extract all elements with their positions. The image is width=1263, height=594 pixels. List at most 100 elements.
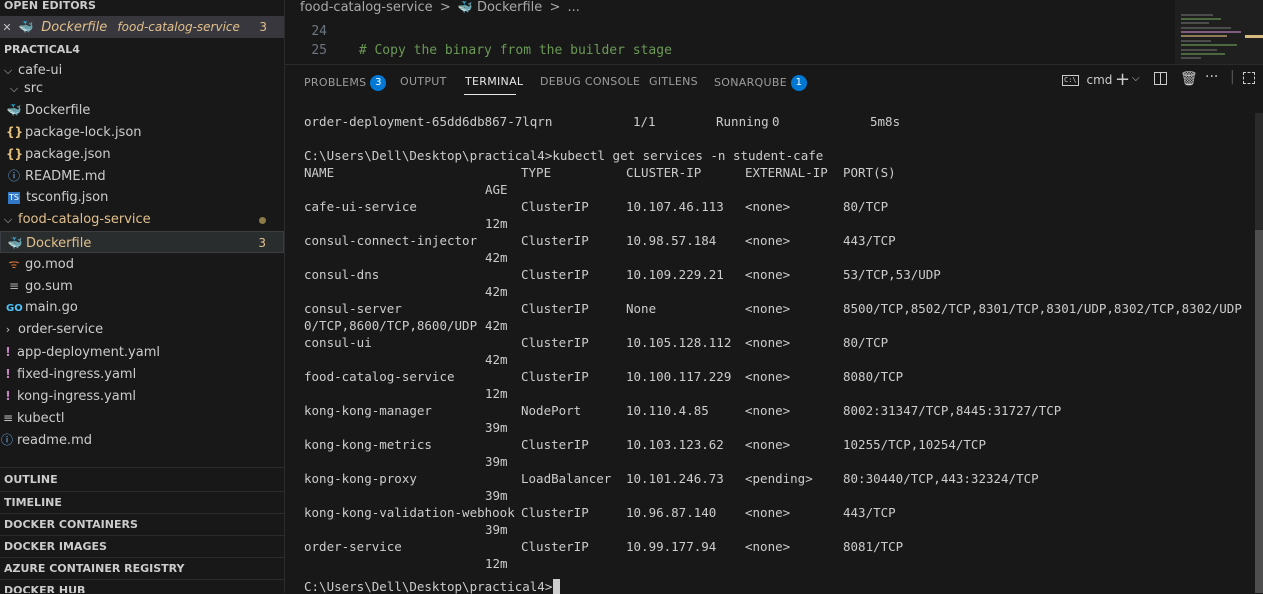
tree-label: kong-ingress.yaml [17,389,136,404]
service-cluster-ip: 10.109.229.21 [626,267,724,282]
service-age: 12m [485,386,508,401]
tab-output[interactable]: OUTPUT [400,75,447,88]
docker-icon: 🐳 [18,20,34,34]
service-age: 42m [485,250,508,265]
service-ports: 80/TCP [843,335,889,350]
service-ports: 443/TCP [843,505,896,520]
breadcrumb-folder[interactable]: food-catalog-service [300,0,433,15]
docker-icon: 🐳 [457,0,473,14]
open-editor-filename: Dockerfile [41,20,108,35]
more-actions-icon[interactable]: ··· [1205,69,1218,85]
open-editor-item[interactable]: ✕ 🐳 Dockerfile food-catalog-service 3 [0,16,284,38]
service-type: ClusterIP [521,233,589,248]
service-age: 39m [485,488,508,503]
go-icon: GO [6,303,23,314]
service-ports: 8080/TCP [843,369,904,384]
problems-count-badge: 3 [370,75,387,91]
tree-file-go-mod[interactable]: ᯤ go.mod [0,253,284,275]
terminal-shell-selector[interactable]: C:\ cmd [1062,73,1112,87]
docker-containers-section[interactable]: DOCKER CONTAINERS [0,513,284,535]
toolbar-divider: | [1230,69,1235,85]
tab-problems[interactable]: PROBLEMS 3 [304,75,387,91]
tree-label: Dockerfile [25,103,91,118]
text-file-icon: ≡ [2,411,14,425]
minimap[interactable] [1175,0,1263,64]
docker-icon: 🐳 [6,103,22,117]
scrollbar-thumb[interactable] [1255,230,1263,593]
tree-file-fixed-ingress[interactable]: ! fixed-ingress.yaml [0,363,284,385]
tree-label: src [24,81,43,96]
service-name: kong-kong-proxy [304,471,417,486]
tab-gitlens[interactable]: GITLENS [649,75,698,88]
code-line: 24 [285,22,1175,41]
tree-folder-order-service[interactable]: › order-service [0,319,284,341]
docker-images-section[interactable]: DOCKER IMAGES [0,535,284,557]
new-terminal-plus-icon[interactable]: + [1115,69,1130,90]
split-terminal-icon[interactable] [1154,72,1167,89]
service-age: 39m [485,420,508,435]
header-name: NAME [304,165,335,180]
tree-label: food-catalog-service [18,212,151,227]
tree-file-tsconfig[interactable]: TS tsconfig.json [0,187,284,209]
tree-file-main-go[interactable]: GO main.go [0,297,284,319]
service-name: order-service [304,539,402,554]
docker-hub-section[interactable]: DOCKER HUB [0,579,284,593]
terminal-output[interactable]: order-deployment-65dd6db867-7lqrn 1/1 Runn… [304,111,1244,594]
chevron-right-icon: › [5,323,11,336]
service-age: 42m [485,352,508,367]
tree-file-readme-md[interactable]: ⓘ README.md [0,165,284,187]
service-ports-continued: 0/TCP,8600/TCP,8600/UDP [304,318,478,333]
tree-file-app-deployment[interactable]: ! app-deployment.yaml [0,341,284,363]
json-icon: {} [6,125,24,139]
sonarqube-count-badge: 1 [790,75,807,91]
terminal-cursor [553,579,560,594]
service-external-ip: <pending> [745,471,813,486]
tab-debug-console[interactable]: DEBUG CONSOLE [540,75,640,88]
tree-file-package-json[interactable]: {} package.json [0,143,284,165]
tree-file-kubectl[interactable]: ≡ kubectl [0,407,284,429]
breadcrumb-more[interactable]: ... [567,0,579,15]
tree-file-readme-lower[interactable]: ⓘ readme.md [0,429,284,451]
service-type: ClusterIP [521,539,589,554]
service-age: 12m [485,216,508,231]
tree-file-go-sum[interactable]: ≡ go.sum [0,275,284,297]
terminal-scrollbar[interactable] [1255,113,1263,593]
bottom-panel: PROBLEMS 3 OUTPUT TERMINAL DEBUG CONSOLE … [285,64,1263,594]
tree-label: kubectl [17,411,65,426]
tab-terminal[interactable]: TERMINAL [465,75,523,88]
tree-file-food-dockerfile[interactable]: 🐳 Dockerfile 3 [0,231,284,253]
pod-name: order-deployment-65dd6db867-7lqrn [304,114,553,129]
azure-registry-section[interactable]: AZURE CONTAINER REGISTRY [0,557,284,579]
close-icon[interactable]: ✕ [0,17,14,39]
tree-label: order-service [18,322,104,337]
line-number: 25 [311,43,327,58]
service-external-ip: <none> [745,539,791,554]
service-external-ip: <none> [745,301,791,316]
trash-icon[interactable]: 🗑 [1180,71,1198,87]
service-cluster-ip: 10.107.46.113 [626,199,724,214]
pod-restarts: 0 [772,114,780,129]
breadcrumb-file[interactable]: Dockerfile [477,0,542,15]
editor-code-area[interactable]: 24 25 # Copy the binary from the builder… [285,18,1175,64]
info-icon: ⓘ [7,169,20,183]
tab-label: SONARQUBE [714,76,787,89]
outline-section[interactable]: OUTLINE [0,469,284,491]
chevron-down-icon[interactable]: ⌵ [1132,73,1140,84]
service-external-ip: <none> [745,505,791,520]
tree-folder-src[interactable]: ⌵ src [0,78,284,100]
breadcrumb: food-catalog-service > 🐳 Dockerfile > ..… [285,0,1175,18]
tree-file-package-lock[interactable]: {} package-lock.json [0,121,284,143]
timeline-section[interactable]: TIMELINE [0,491,284,513]
maximize-panel-icon[interactable] [1243,72,1255,88]
open-editors-header[interactable]: OPEN EDITORS [0,0,284,17]
pod-status: Running [716,114,769,129]
tree-folder-food-catalog-service[interactable]: ⌵ food-catalog-service [0,209,284,231]
pod-age: 5m8s [870,114,901,129]
header-type: TYPE [521,165,552,180]
tree-file-kong-ingress[interactable]: ! kong-ingress.yaml [0,385,284,407]
tab-sonarqube[interactable]: SONARQUBE 1 [714,75,807,91]
tree-file-dockerfile[interactable]: 🐳 Dockerfile [0,99,284,121]
open-editor-problem-count: 3 [259,20,267,34]
active-tab-indicator [464,94,516,95]
workspace-header[interactable]: PRACTICAL4 [0,39,284,61]
